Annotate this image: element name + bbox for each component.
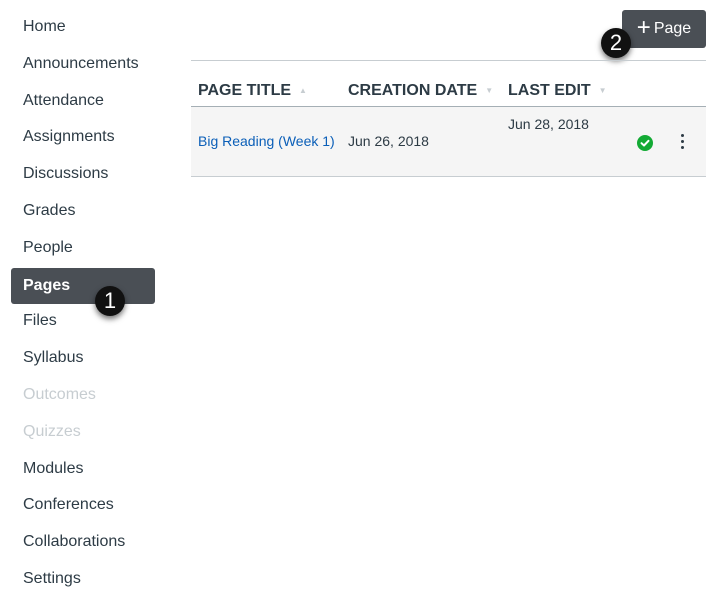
nav-item-assignments[interactable]: Assignments: [23, 127, 115, 147]
table-row: Big Reading (Week 1) Jun 26, 2018 Jun 28…: [191, 107, 706, 177]
nav-item-settings[interactable]: Settings: [23, 569, 81, 589]
callout-marker-1: 1: [95, 286, 125, 316]
nav-item-conferences[interactable]: Conferences: [23, 495, 114, 515]
nav-item-outcomes: Outcomes: [23, 386, 96, 403]
nav-item-quizzes: Quizzes: [23, 423, 81, 440]
plus-icon: +: [636, 14, 651, 41]
sort-ascending-icon: ▲: [299, 86, 307, 96]
page-title-link[interactable]: Big Reading (Week 1): [198, 133, 335, 149]
nav-item-attendance[interactable]: Attendance: [23, 91, 104, 111]
add-page-button[interactable]: + Page: [622, 10, 706, 48]
nav-item-modules[interactable]: Modules: [23, 459, 83, 479]
column-label: CREATION DATE: [348, 82, 478, 99]
nav-item-collaborations[interactable]: Collaborations: [23, 532, 125, 552]
divider: [191, 60, 706, 61]
nav-item-grades[interactable]: Grades: [23, 201, 75, 221]
published-check-icon[interactable]: [637, 135, 653, 151]
nav-item-files[interactable]: Files: [23, 311, 57, 331]
last-edit-date: Jun 28, 2018: [508, 116, 589, 132]
column-header-last-edit[interactable]: LAST EDIT ▼: [508, 82, 607, 100]
creation-date: Jun 26, 2018: [348, 133, 429, 149]
more-options-icon[interactable]: [681, 134, 685, 152]
nav-item-pages[interactable]: Pages: [11, 268, 155, 304]
nav-item-home[interactable]: Home: [23, 17, 66, 37]
nav-item-syllabus[interactable]: Syllabus: [23, 348, 83, 368]
column-label: LAST EDIT: [508, 82, 591, 99]
column-header-creation-date[interactable]: CREATION DATE ▼: [348, 82, 493, 100]
sort-descending-icon: ▼: [598, 86, 607, 96]
add-page-label: Page: [653, 20, 692, 37]
callout-marker-2: 2: [601, 28, 631, 58]
column-label: PAGE TITLE: [198, 82, 292, 99]
sort-descending-icon: ▼: [485, 86, 494, 96]
nav-item-discussions[interactable]: Discussions: [23, 164, 108, 184]
column-header-page-title[interactable]: PAGE TITLE ▲: [198, 82, 307, 100]
nav-item-people[interactable]: People: [23, 238, 73, 258]
nav-item-announcements[interactable]: Announcements: [23, 54, 139, 74]
